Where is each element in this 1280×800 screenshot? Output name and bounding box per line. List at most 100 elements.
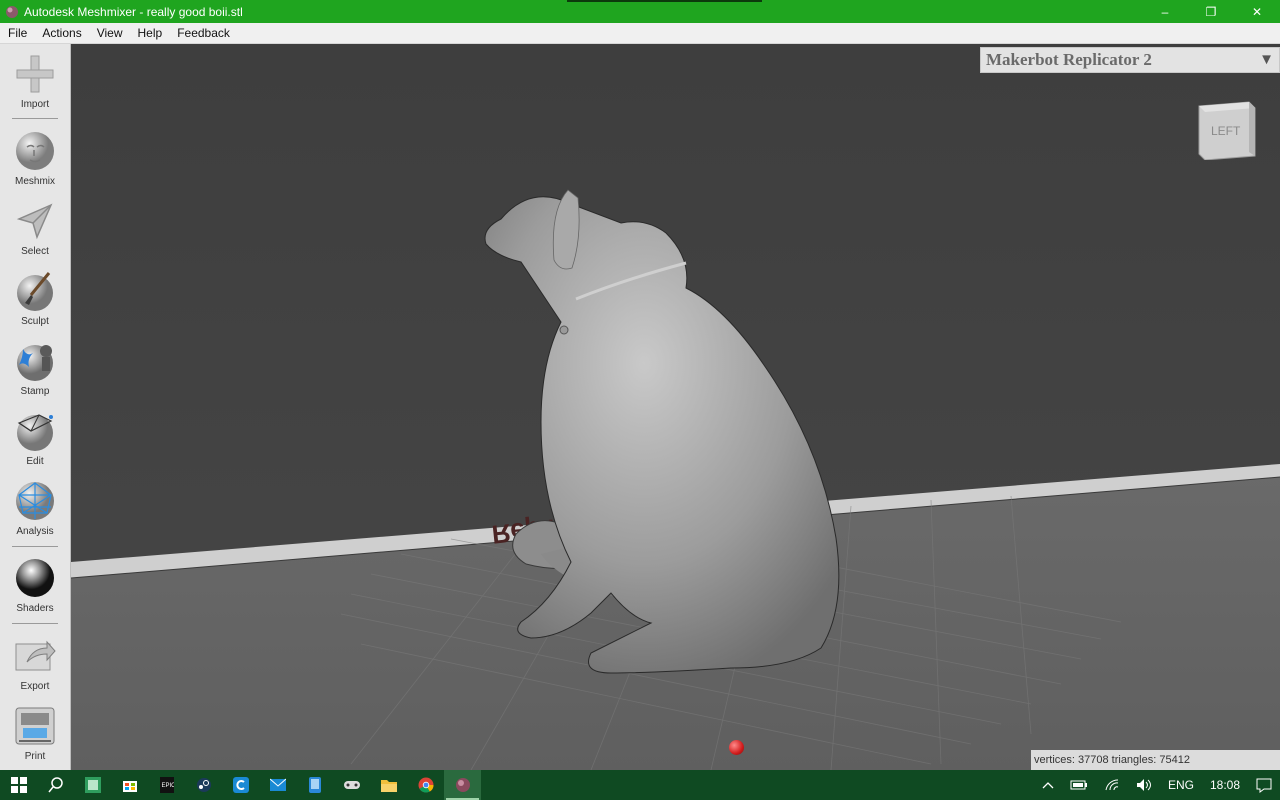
analysis-sphere-icon [16,482,54,520]
epic-games-icon: EPIC [159,777,174,793]
printer-name: Makerbot Replicator 2 [986,50,1152,69]
taskbar-app-chrome[interactable] [407,770,444,800]
spreadsheet-app-icon [84,777,101,793]
ccleaner-icon [232,777,249,793]
stamp-label: Stamp [20,386,50,397]
edit-label: Edit [26,456,44,467]
shaders-label: Shaders [16,603,54,614]
taskbar-app-mail[interactable] [259,770,296,800]
speaker-icon [1136,779,1151,791]
export-label: Export [20,681,50,692]
folder-icon [380,780,397,792]
windows-taskbar: EPIC ENG 18:08 [0,770,1280,800]
volume-indicator[interactable] [1128,778,1160,792]
phone-icon [308,777,321,793]
sculpt-label: Sculpt [21,316,49,327]
mail-icon [269,778,286,791]
steam-icon [196,778,211,792]
print-label: Print [24,751,46,762]
face-sphere-icon [16,132,54,170]
select-label: Select [21,246,49,257]
import-label: Import [20,99,50,110]
window-title: Autodesk Meshmixer - really good boii.st… [24,4,243,19]
dropdown-arrow-icon: ▼ [1259,51,1274,68]
select-button[interactable]: Select [0,199,70,257]
windows-logo-icon [10,777,27,793]
edit-button[interactable]: Edit [0,409,70,467]
menu-view[interactable]: View [89,26,130,40]
chevron-up-icon [1042,782,1054,789]
search-button[interactable] [37,770,74,800]
start-button[interactable] [0,770,37,800]
select-arrow-icon [16,203,53,240]
close-icon: ✕ [1251,4,1263,19]
toolbar-divider [12,546,58,547]
brush-sphere-icon [17,272,53,311]
svg-text:EPIC: EPIC [161,783,174,789]
system-tray: ENG 18:08 [1034,770,1280,800]
menu-actions[interactable]: Actions [34,26,88,40]
scene-canvas: Replicator 2 [71,189,1280,770]
menu-help[interactable]: Help [130,26,170,40]
pivot-marker[interactable] [729,740,744,755]
analysis-button[interactable]: Analysis [0,479,70,537]
shader-sphere-icon [16,559,54,597]
meshmix-button[interactable]: Meshmix [0,129,70,187]
close-button[interactable]: ✕ [1234,0,1280,23]
store-bag-icon [122,781,137,792]
restore-button[interactable]: ❐ [1188,0,1234,23]
toolbar-divider [12,118,58,119]
tool-palette: Import Meshmix Select Sculpt Stamp Edit … [0,44,71,770]
shaders-button[interactable]: Shaders [0,556,70,614]
taskbar-app-store[interactable] [111,770,148,800]
battery-icon [1070,780,1087,790]
minimize-icon: – [1161,4,1169,19]
3d-viewport[interactable]: Replicator 2 Makerbot Replicator 2 ▼ LEF… [71,44,1280,770]
printer-dropdown[interactable]: Makerbot Replicator 2 ▼ [980,47,1280,73]
plus-icon [16,55,54,93]
print-button[interactable]: Print [0,704,70,762]
title-bar: Autodesk Meshmixer - really good boii.st… [0,0,1280,23]
wifi-icon [1105,779,1119,791]
taskbar-app-epic[interactable]: EPIC [148,770,185,800]
view-cube[interactable]: LEFT [1197,100,1257,160]
search-icon [47,777,63,793]
notifications-button[interactable] [1248,777,1280,793]
meshmixer-app-icon [6,5,18,18]
gamepad-icon [343,781,360,789]
restore-icon: ❐ [1205,4,1217,19]
title-bar-accent [567,0,762,2]
taskbar-app-game[interactable] [333,770,370,800]
taskbar-app-meshmixer[interactable] [444,770,481,800]
import-button[interactable]: Import [0,52,70,110]
printer-icon [15,707,55,745]
menu-bar: File Actions View Help Feedback [0,23,1280,44]
menu-file[interactable]: File [0,26,34,40]
stamp-button[interactable]: Stamp [0,339,70,397]
taskbar-app-phone[interactable] [296,770,333,800]
export-button[interactable]: Export [0,634,70,692]
clock[interactable]: 18:08 [1202,778,1248,792]
language-indicator[interactable]: ENG [1160,778,1202,792]
menu-feedback[interactable]: Feedback [169,26,237,40]
stamp-sphere-icon [17,345,53,381]
taskbar-app-ccleaner[interactable] [222,770,259,800]
show-hidden-icons[interactable] [1034,781,1062,789]
mesh-stats: vertices: 37708 triangles: 75412 [1031,750,1280,770]
taskbar-app-explorer[interactable] [370,770,407,800]
meshmixer-icon [455,778,470,792]
sculpt-button[interactable]: Sculpt [0,269,70,327]
notification-icon [1256,778,1272,793]
wifi-indicator[interactable] [1096,778,1128,792]
battery-indicator[interactable] [1062,780,1096,790]
meshmix-label: Meshmix [14,176,55,187]
edit-sphere-icon [17,414,53,451]
export-icon [15,640,56,671]
taskbar-app-spreadsheet[interactable] [74,770,111,800]
chrome-icon [418,777,434,793]
toolbar-divider [12,623,58,624]
view-cube-label: LEFT [1211,124,1241,138]
minimize-button[interactable]: – [1142,0,1188,23]
taskbar-app-steam[interactable] [185,770,222,800]
analysis-label: Analysis [16,526,54,537]
